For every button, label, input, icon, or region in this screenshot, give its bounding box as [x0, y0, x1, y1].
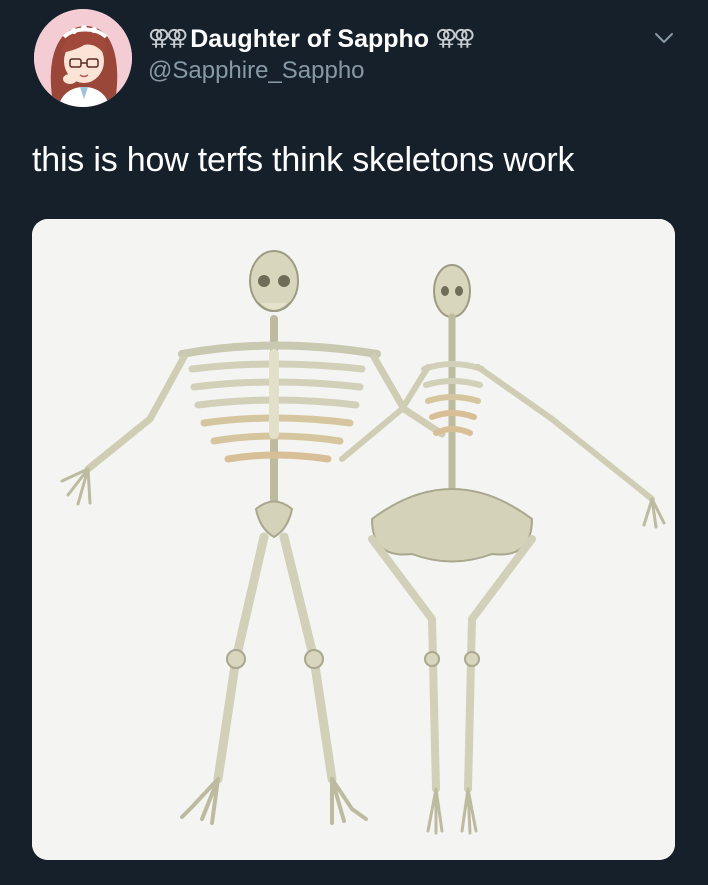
tweet[interactable]: ⚢⚢ Daughter of Sappho ⚢⚢ @Sapphire_Sapph…: [0, 0, 708, 885]
tweet-header: ⚢⚢ Daughter of Sappho ⚢⚢ @Sapphire_Sapph…: [148, 24, 475, 86]
tweet-media-image[interactable]: [32, 219, 675, 860]
skeletons-image-icon: [32, 219, 675, 860]
sapphic-symbol-icon: ⚢⚢: [148, 26, 188, 51]
tweet-text: this is how terfs think skeletons work: [32, 141, 575, 179]
display-name[interactable]: Daughter of Sappho: [190, 24, 429, 54]
display-name-row[interactable]: ⚢⚢ Daughter of Sappho ⚢⚢: [148, 24, 475, 54]
profile-avatar-icon: [34, 9, 132, 107]
chevron-down-icon[interactable]: [652, 26, 676, 50]
user-handle[interactable]: @Sapphire_Sappho: [148, 56, 471, 86]
sapphic-symbol-icon: ⚢⚢: [435, 26, 475, 51]
avatar[interactable]: [34, 9, 132, 107]
